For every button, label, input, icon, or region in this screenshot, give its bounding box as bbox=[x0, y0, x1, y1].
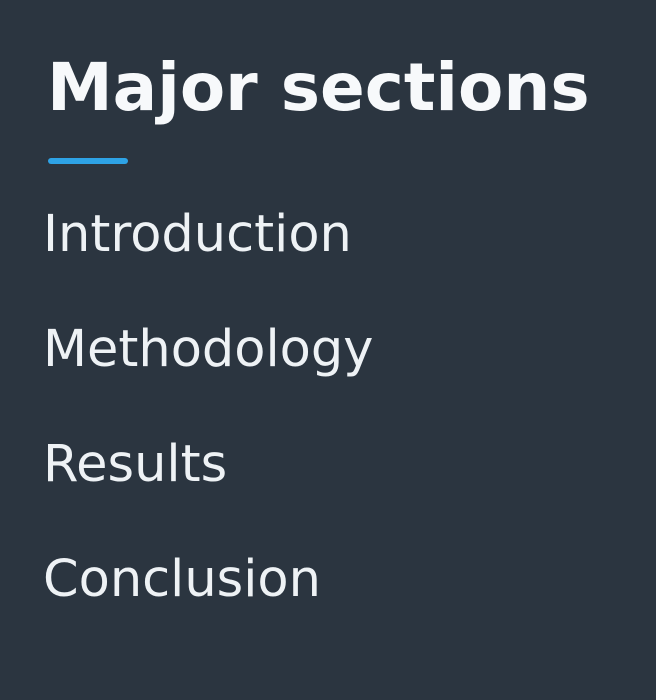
section-item-introduction: Introduction bbox=[43, 205, 352, 264]
section-outline-panel: Major sections Introduction Methodology … bbox=[0, 0, 656, 700]
page-title: Major sections bbox=[47, 49, 590, 126]
section-item-conclusion: Conclusion bbox=[43, 550, 321, 609]
section-item-methodology: Methodology bbox=[43, 320, 374, 379]
title-accent-line bbox=[48, 158, 128, 164]
section-item-results: Results bbox=[43, 435, 228, 494]
major-sections-list: Introduction Methodology Results Conclus… bbox=[43, 205, 373, 610]
